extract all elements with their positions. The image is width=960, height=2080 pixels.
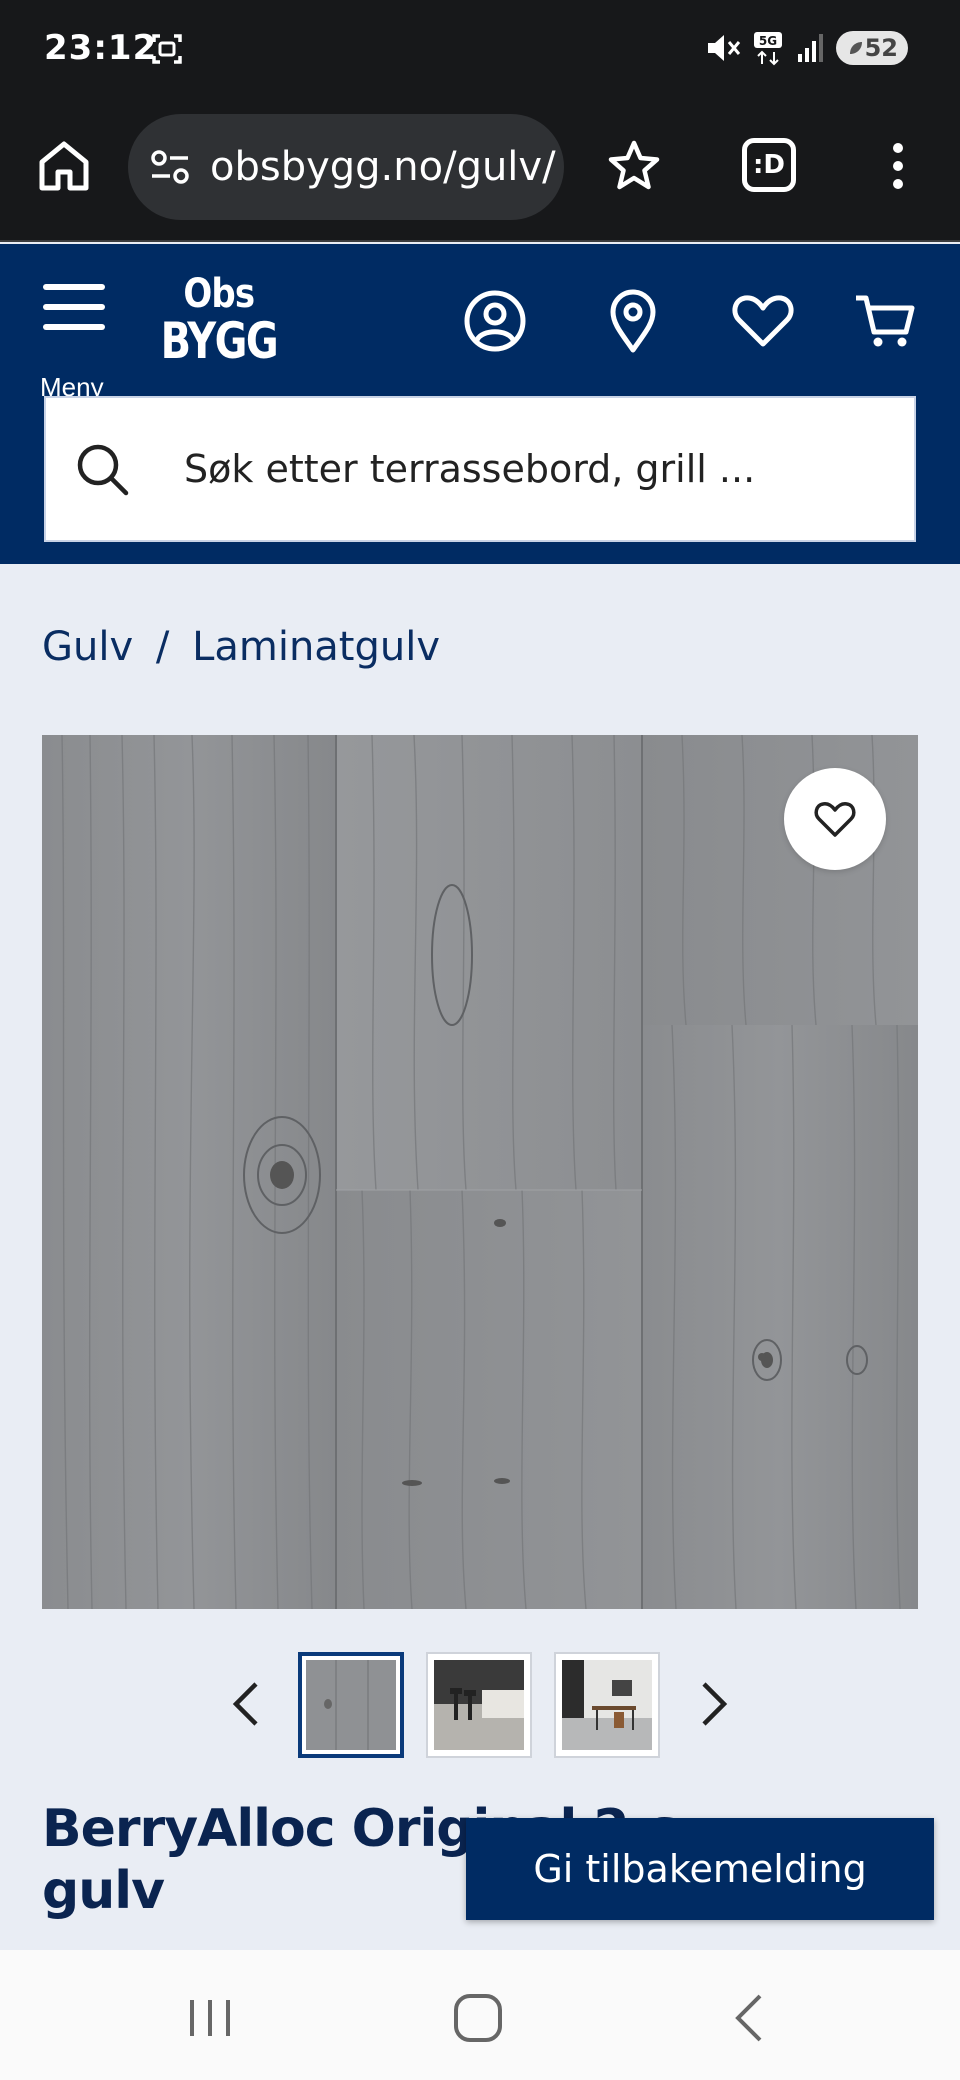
extension-label: :D: [753, 150, 785, 180]
thumbnail-1[interactable]: [298, 1652, 404, 1758]
store-location-icon[interactable]: [600, 288, 666, 354]
search-box[interactable]: [44, 396, 916, 542]
system-navigation-bar: [0, 1950, 960, 2080]
cart-icon[interactable]: [852, 288, 918, 354]
search-input[interactable]: [182, 446, 862, 492]
thumbnail-carousel: [0, 1650, 960, 1760]
product-image[interactable]: [42, 735, 918, 1609]
chevron-left-icon[interactable]: [226, 1678, 266, 1730]
menu-button[interactable]: Meny: [38, 278, 110, 402]
obs-bygg-logo[interactable]: Obs BYGG: [146, 274, 292, 366]
add-to-favorites-button[interactable]: [784, 768, 886, 870]
signal-5g-icon: 5G: [754, 32, 782, 66]
status-time: 23:12: [44, 28, 158, 68]
thumbnail-wood-image: [306, 1660, 396, 1750]
search-icon: [77, 444, 129, 496]
site-header: Meny Obs BYGG: [0, 244, 960, 564]
url-text: obsbygg.no/gulv/: [210, 144, 556, 190]
mute-icon: [708, 35, 741, 61]
power-saving-icon: [850, 42, 862, 54]
account-icon[interactable]: [462, 288, 528, 354]
breadcrumb: Gulv / Laminatgulv: [42, 624, 440, 670]
status-icons: 5G 52: [706, 28, 908, 68]
extension-button[interactable]: :D: [742, 138, 796, 192]
hamburger-icon: [38, 278, 110, 330]
thumbnail-kitchen-image: [434, 1660, 524, 1750]
breadcrumb-gulv[interactable]: Gulv: [42, 624, 133, 670]
screenshot-icon: [152, 34, 182, 64]
bookmark-star-icon[interactable]: [606, 138, 662, 194]
site-settings-icon[interactable]: [148, 145, 192, 189]
signal-bars-icon: [798, 34, 823, 62]
home-icon[interactable]: [36, 138, 92, 194]
wishlist-heart-icon[interactable]: [730, 288, 796, 354]
product-title-line2: gulv: [42, 1861, 165, 1921]
thumbnail-3[interactable]: [554, 1652, 660, 1758]
wood-texture-image: [42, 735, 918, 1609]
svg-text:5G: 5G: [759, 34, 777, 48]
home-nav-icon[interactable]: [448, 1988, 508, 2048]
battery-level: 52: [864, 34, 898, 62]
feedback-button[interactable]: Gi tilbakemelding: [466, 1818, 934, 1920]
breadcrumb-laminatgulv[interactable]: Laminatgulv: [192, 624, 440, 670]
status-bar: 23:12 5G 52: [0, 0, 960, 100]
back-icon[interactable]: [720, 1988, 780, 2048]
more-options-icon[interactable]: [878, 138, 918, 194]
browser-toolbar: obsbygg.no/gulv/ :D: [0, 100, 960, 242]
breadcrumb-separator: /: [155, 624, 170, 670]
logo-line1: Obs: [183, 271, 255, 317]
thumbnail-office-image: [562, 1660, 652, 1750]
recent-apps-icon[interactable]: [180, 1988, 240, 2048]
address-bar[interactable]: obsbygg.no/gulv/: [128, 114, 564, 220]
thumbnail-2[interactable]: [426, 1652, 532, 1758]
logo-line2: BYGG: [160, 312, 279, 370]
heart-icon: [814, 802, 856, 837]
battery-indicator: 52: [836, 31, 908, 65]
chevron-right-icon[interactable]: [694, 1678, 734, 1730]
